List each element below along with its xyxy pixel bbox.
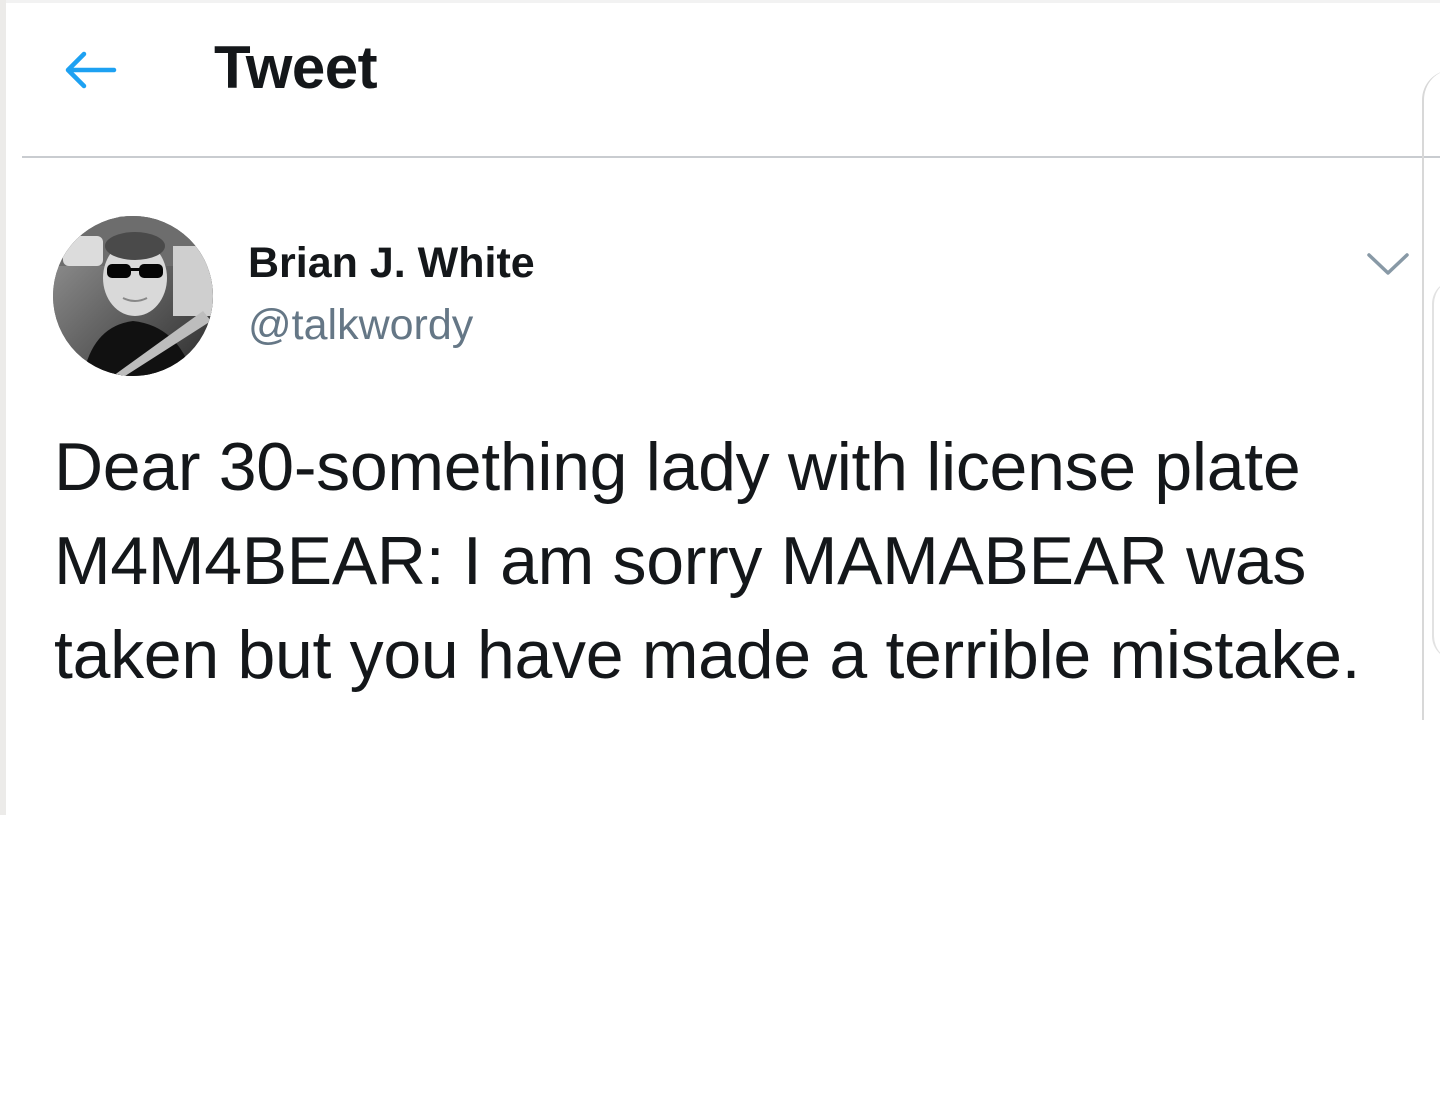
author-handle[interactable]: @talkwordy bbox=[248, 298, 473, 352]
page-title: Tweet bbox=[214, 34, 378, 101]
chevron-down-icon bbox=[1367, 253, 1409, 275]
tweet-text: Dear 30-something lady with license plat… bbox=[54, 429, 1361, 693]
blank-area bbox=[0, 815, 1440, 1097]
window-left-edge bbox=[0, 0, 6, 815]
tweet-options-button[interactable] bbox=[1360, 238, 1416, 290]
avatar-photo bbox=[53, 216, 213, 376]
avatar[interactable] bbox=[53, 216, 213, 376]
back-button[interactable] bbox=[58, 40, 122, 100]
side-panel-inner-edge bbox=[1432, 280, 1440, 660]
author-display-name[interactable]: Brian J. White bbox=[248, 236, 535, 290]
tweet-header-bar: Tweet bbox=[22, 0, 1440, 158]
arrow-left-icon bbox=[65, 51, 117, 89]
